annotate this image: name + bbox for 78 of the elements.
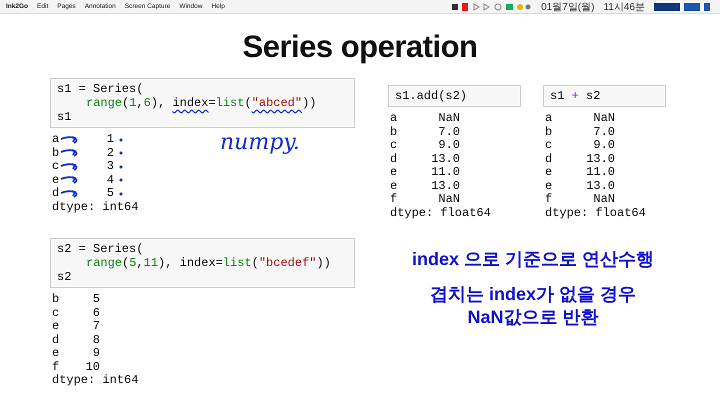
index-label: f <box>390 193 398 206</box>
index-label: c <box>52 160 60 174</box>
code-line: range(1,6), index=list("abced")) <box>85 96 318 110</box>
index-label: e <box>545 180 554 193</box>
series-value: 6 <box>92 306 100 320</box>
code-input-cell[interactable]: s2 = Series( range(5,11), index=list("bcedef")) s2 <box>50 238 355 288</box>
series-value: 7 <box>92 320 100 334</box>
series-value: 9.0 <box>592 139 615 152</box>
index-label: c <box>545 139 554 152</box>
dot-annotation-icon <box>119 192 123 196</box>
dtype-label: dtype: int64 <box>52 374 140 388</box>
series-value: 4 <box>106 174 114 187</box>
code-input-cell[interactable]: s1 + s2 <box>543 85 666 107</box>
code-input-cell[interactable]: s1.add(s2) <box>388 85 521 107</box>
series-value: 5 <box>92 293 100 306</box>
series-value: 8 <box>92 334 100 347</box>
handwritten-note: numpy. <box>220 130 300 155</box>
index-label: b <box>52 146 60 160</box>
status-icons-drawing[interactable] <box>452 2 532 10</box>
index-label: d <box>545 152 554 166</box>
dot-annotation-icon <box>119 151 123 156</box>
code-line: range(5,11), index=list("bcedef")) <box>85 256 332 270</box>
index-label: d <box>390 152 398 166</box>
series-value: 2 <box>106 146 114 160</box>
index-label: a <box>390 112 398 126</box>
series-value: 5 <box>106 187 114 200</box>
series-value: 13.0 <box>585 180 615 193</box>
series-value: 1 <box>106 133 114 146</box>
code-line: s1.add(s2) <box>395 89 468 103</box>
series-value: 3 <box>106 160 114 174</box>
dot-annotation-icon <box>119 178 123 182</box>
dot-annotation-icon <box>119 164 123 169</box>
code-line: s1 <box>57 110 72 124</box>
series-value: NaN <box>592 112 615 126</box>
index-label: b <box>52 293 60 306</box>
series-value: 11.0 <box>585 166 615 180</box>
series-value: NaN <box>437 112 460 126</box>
index-label: e <box>52 320 60 334</box>
series-value: 13.0 <box>430 152 460 166</box>
series-value: 7.0 <box>437 126 460 139</box>
index-label: e <box>52 347 60 360</box>
index-label: e <box>390 166 398 180</box>
index-label: a <box>52 133 60 146</box>
series-value: 10 <box>84 360 100 374</box>
index-label: e <box>390 180 398 193</box>
dtype-label: dtype: float64 <box>390 206 492 220</box>
menu-date: 01월7일(월) <box>541 0 594 14</box>
index-label: e <box>545 166 554 180</box>
index-label: b <box>390 126 398 139</box>
index-label: f <box>545 193 554 206</box>
slide-title: Series operation <box>242 30 478 64</box>
code-line: s2 <box>57 270 72 284</box>
slide-note: index 으로 기준으로 연산수행 <box>412 248 654 271</box>
index-label: c <box>390 139 398 152</box>
index-label: c <box>52 306 60 320</box>
index-label: a <box>545 112 554 126</box>
index-label: f <box>52 360 60 374</box>
code-input-cell[interactable]: s1 = Series( range(1,6), index=list("abced")) s1 <box>50 78 355 128</box>
series-value: NaN <box>437 193 460 206</box>
code-line: s2 = Series( <box>57 242 144 256</box>
series-value: 13.0 <box>430 180 460 193</box>
menu-clock: 11시46분 <box>603 0 645 14</box>
dtype-label: dtype: int64 <box>52 200 140 214</box>
series-value: NaN <box>592 193 615 206</box>
series-value: 7.0 <box>592 126 615 139</box>
code-line: s1 = Series( <box>57 82 144 96</box>
index-label: d <box>52 334 60 347</box>
code-line: s1 + s2 <box>550 89 602 103</box>
dtype-label: dtype: float64 <box>545 206 647 220</box>
series-value: 9 <box>92 347 100 360</box>
index-label: b <box>545 126 554 139</box>
series-value: 9.0 <box>437 139 460 152</box>
dot-annotation-icon <box>119 138 123 142</box>
slide-note: 겹치는 index가 없을 경우 NaN값으로 반환 <box>430 283 636 329</box>
index-label: d <box>52 187 60 200</box>
index-label: e <box>52 174 60 187</box>
series-value: 11.0 <box>430 166 460 180</box>
series-value: 13.0 <box>585 152 615 166</box>
